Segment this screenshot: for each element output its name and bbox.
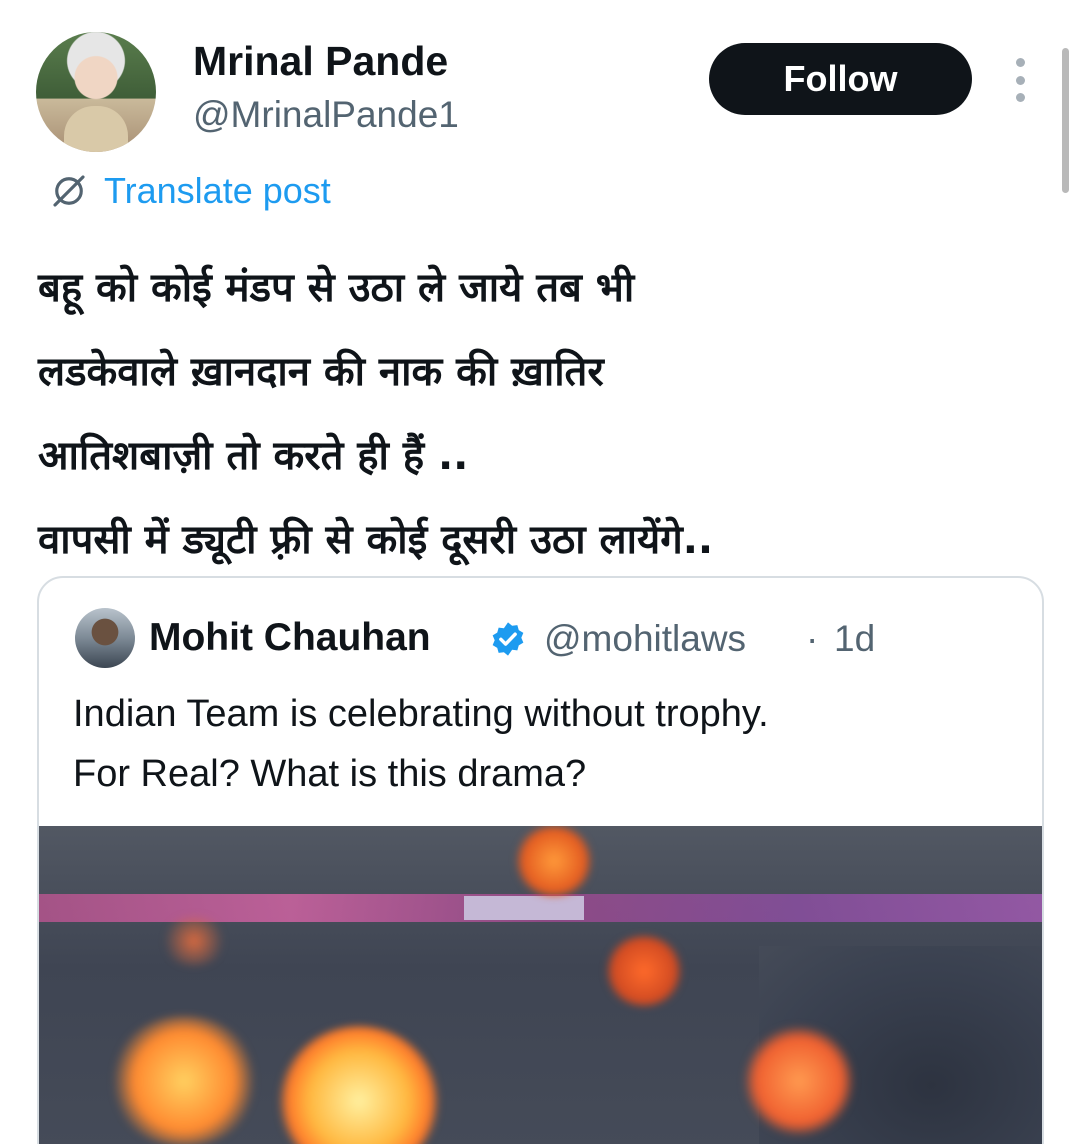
quoted-author-handle: @mohitlaws — [544, 618, 747, 659]
post-text-line: आतिशबाज़ी तो करते ही हैं .. — [38, 433, 469, 479]
translate-post-link[interactable]: Translate post — [48, 170, 331, 212]
media-firework — [604, 936, 684, 1006]
media-firework — [514, 826, 594, 896]
media-firework — [109, 1016, 259, 1144]
post-text: बहू को कोई मंडप से उठा ले जाये तब भी लडक… — [38, 246, 1038, 582]
quoted-media-image[interactable] — [39, 826, 1042, 1144]
author-handle[interactable]: @MrinalPande1 — [193, 94, 459, 136]
avatar-scarf — [64, 106, 128, 152]
quoted-text-line: Indian Team is celebrating without troph… — [73, 693, 769, 735]
media-firework — [744, 1026, 854, 1136]
vertical-ellipsis-icon[interactable] — [1010, 58, 1030, 102]
media-board-light — [464, 896, 584, 920]
post-text-line: वापसी में ड्यूटी फ़्री से कोई दूसरी उठा … — [38, 517, 714, 563]
quoted-text: Indian Team is celebrating without troph… — [73, 684, 1023, 804]
quoted-timestamp: 1d — [834, 618, 876, 659]
globe-slash-icon — [53, 175, 85, 207]
quoted-separator: · — [806, 618, 819, 659]
follow-button[interactable]: Follow — [709, 43, 972, 115]
author-avatar[interactable] — [36, 32, 156, 152]
quoted-author-avatar — [75, 608, 135, 668]
media-firework — [159, 916, 229, 966]
post-text-line: बहू को कोई मंडप से उठा ले जाये तब भी — [38, 265, 635, 311]
post-text-line: लडकेवाले ख़ानदान की नाक की ख़ातिर — [38, 349, 604, 395]
quoted-author-name: Mohit Chauhan — [149, 616, 431, 659]
quoted-post-card[interactable]: Mohit Chauhan @mohitlaws · 1d Indian Tea… — [37, 576, 1044, 1144]
translate-post-label: Translate post — [104, 170, 331, 211]
author-name[interactable]: Mrinal Pande — [193, 38, 448, 85]
scrollbar[interactable] — [1062, 48, 1069, 193]
quoted-text-line: For Real? What is this drama? — [73, 753, 587, 795]
verified-badge-icon — [492, 622, 524, 656]
